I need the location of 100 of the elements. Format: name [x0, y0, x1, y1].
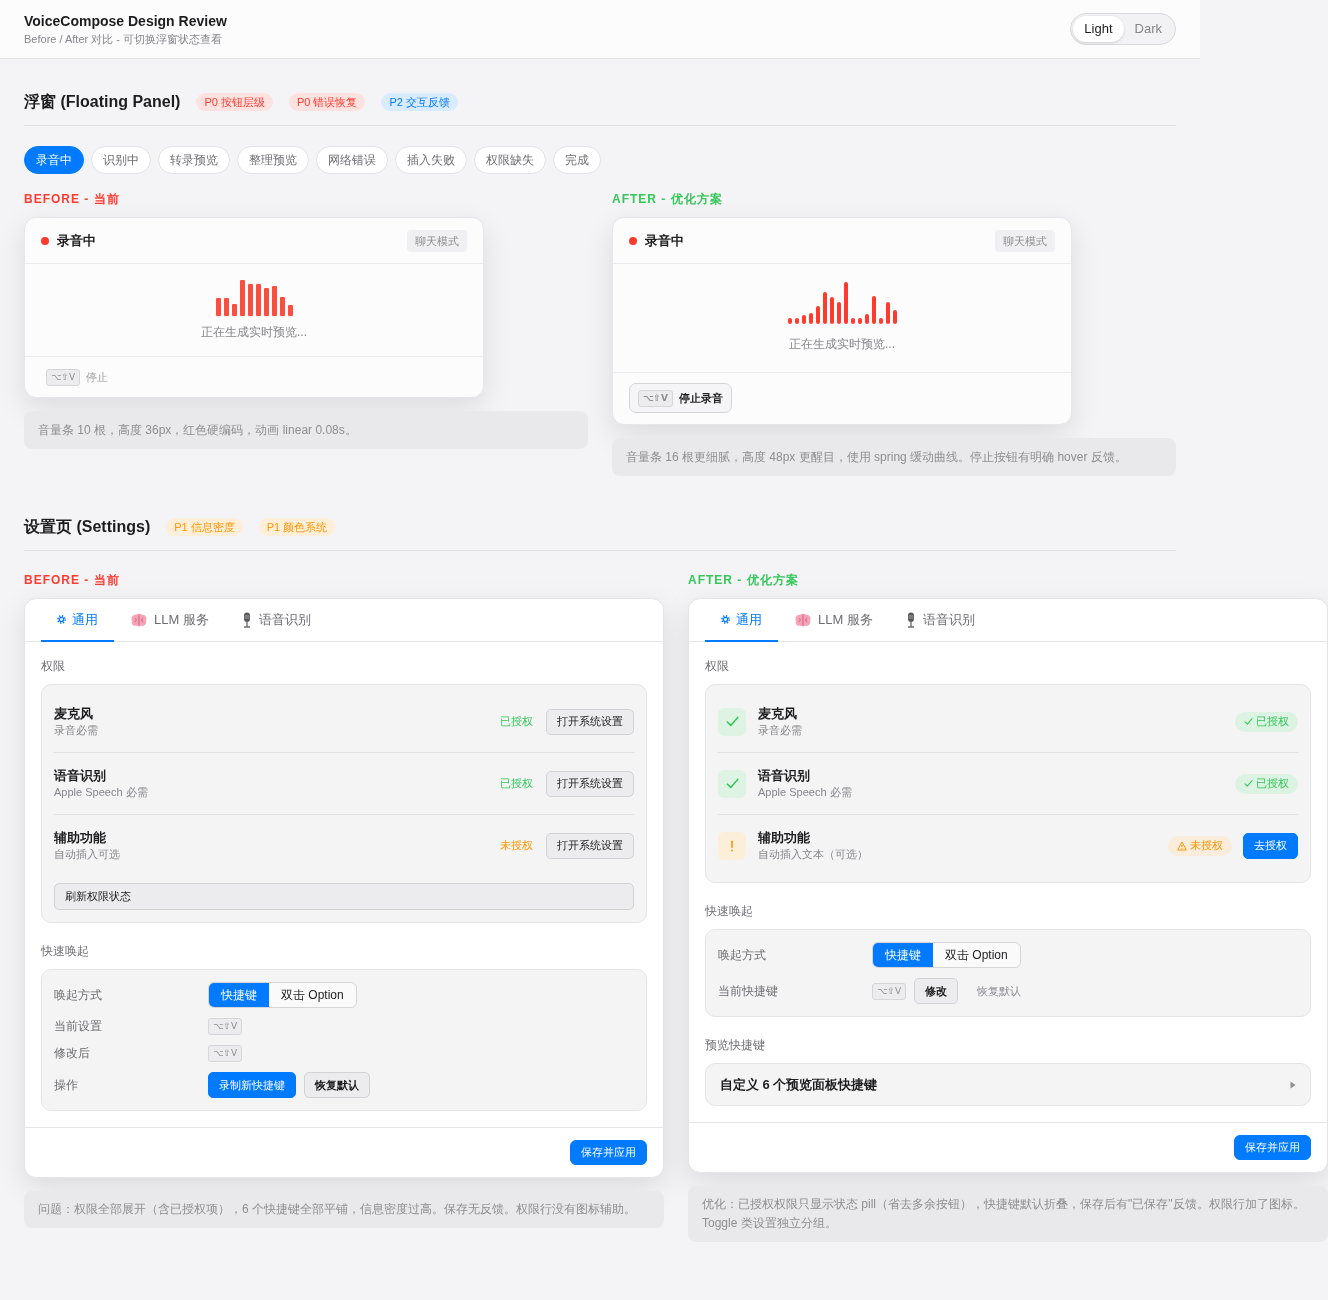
- recording-dot-icon: [41, 236, 49, 245]
- open-settings-button[interactable]: 打开系统设置: [546, 832, 634, 859]
- segment-option[interactable]: 双击 Option: [269, 983, 356, 1007]
- recording-status: 录音中: [57, 232, 96, 249]
- action-button[interactable]: 修改: [914, 978, 959, 1004]
- save-button[interactable]: 保存并应用: [570, 1140, 647, 1165]
- priority-tag: P0 按钮层级: [196, 93, 273, 111]
- state-pill[interactable]: 转录预览: [158, 146, 230, 174]
- setting-label: 当前快捷键: [718, 982, 779, 1000]
- stop-hint: 停止: [86, 369, 109, 385]
- theme-option[interactable]: Dark: [1123, 16, 1173, 42]
- action-button[interactable]: 恢复默认: [304, 1072, 370, 1098]
- settings-tab[interactable]: 通用: [41, 599, 114, 642]
- comparison-heading: BEFORE - 当前: [24, 573, 121, 587]
- setting-label: 修改后: [54, 1045, 91, 1062]
- setting-label: 唤起方式: [54, 986, 103, 1004]
- settings-tab[interactable]: LLM 服务: [778, 599, 889, 642]
- permission-name: 语音识别: [758, 767, 811, 784]
- group-label: 权限: [705, 658, 730, 674]
- warning-icon: [1177, 840, 1187, 851]
- permission-name: 辅助功能: [54, 829, 107, 846]
- recording-status: 录音中: [645, 232, 684, 249]
- status-text: 已授权: [1256, 776, 1289, 791]
- status-text: 已授权: [1256, 714, 1289, 729]
- brain-icon: [130, 612, 148, 627]
- open-settings-button[interactable]: 打开系统设置: [546, 708, 634, 735]
- permission-status: 已授权: [500, 776, 533, 791]
- design-note: 音量条 10 根，高度 36px，红色硬编码，动画 linear 0.08s。: [24, 411, 588, 449]
- state-pill[interactable]: 权限缺失: [474, 146, 546, 174]
- chat-mode-badge: 聊天模式: [995, 229, 1055, 252]
- group-label: 快速唤起: [705, 903, 754, 919]
- shortcut-key: ⌥⇧V: [208, 1018, 243, 1035]
- page-title: VoiceCompose Design Review: [24, 12, 227, 30]
- segment-option[interactable]: 快捷键: [873, 943, 933, 967]
- settings-tab[interactable]: 语音识别: [888, 599, 991, 642]
- state-pill[interactable]: 网络错误: [316, 146, 388, 174]
- gear-icon: [721, 615, 730, 624]
- brain-icon: [794, 612, 812, 627]
- settings-tab[interactable]: LLM 服务: [114, 599, 225, 642]
- settings-tab[interactable]: 语音识别: [224, 599, 327, 642]
- permission-name: 麦克风: [54, 705, 94, 722]
- chat-mode-badge: 聊天模式: [407, 229, 467, 252]
- comparison-heading: AFTER - 优化方案: [612, 192, 724, 206]
- theme-option[interactable]: Light: [1073, 16, 1124, 42]
- page-subtitle: Before / After 对比 - 可切换浮窗状态查看: [24, 31, 224, 46]
- comparison-heading: BEFORE - 当前: [24, 192, 121, 206]
- text-link[interactable]: 恢复默认: [966, 978, 1033, 1004]
- priority-tag: P0 错误恢复: [288, 93, 366, 111]
- section-title: 设置页 (Settings): [24, 517, 151, 537]
- priority-tag: P2 交互反馈: [381, 93, 458, 111]
- status-text: 未授权: [1190, 838, 1223, 853]
- preview-status-text: 正在生成实时预览...: [201, 324, 307, 340]
- design-note: 问题：权限全部展开（含已授权项），6 个快捷键全部平铺，信息密度过高。保存无反馈。权限行没有图标辅助。: [24, 1191, 664, 1228]
- refresh-permissions-button[interactable]: 刷新权限状态: [54, 883, 634, 910]
- open-settings-button[interactable]: 打开系统设置: [546, 770, 634, 797]
- group-label: 快速唤起: [41, 943, 90, 959]
- stop-recording-button[interactable]: ⌥⇧V 停止录音: [629, 383, 732, 413]
- shortcut-key: ⌥⇧V: [208, 1045, 243, 1062]
- state-pill[interactable]: 录音中: [24, 146, 84, 174]
- authorize-button[interactable]: 去授权: [1243, 832, 1298, 859]
- record-shortcut-button[interactable]: 录制新快捷键: [208, 1072, 296, 1098]
- priority-tag: P1 颜色系统: [258, 518, 336, 536]
- comparison-heading: AFTER - 优化方案: [688, 573, 800, 587]
- collapsible-row[interactable]: 自定义 6 个预览面板快捷键: [705, 1063, 1311, 1106]
- shortcut-key: ⌥⇧V: [46, 368, 81, 386]
- permission-detail: Apple Speech 必需: [54, 785, 149, 800]
- design-note: 音量条 16 根更细腻，高度 48px 更醒目，使用 spring 缓动曲线。停止按钮有明确 hover 反馈。: [612, 438, 1176, 476]
- setting-label: 唤起方式: [718, 946, 767, 964]
- segment-option[interactable]: 双击 Option: [933, 943, 1020, 967]
- permission-name: 语音识别: [54, 767, 107, 784]
- group-label: 预览快捷键: [705, 1037, 766, 1053]
- gear-icon: [57, 615, 66, 624]
- section-title: 浮窗 (Floating Panel): [24, 92, 181, 112]
- state-pill[interactable]: 整理预览: [237, 146, 309, 174]
- permission-name: 辅助功能: [758, 829, 811, 846]
- permission-detail: 自动插入可选: [54, 847, 121, 862]
- permission-detail: Apple Speech 必需: [758, 785, 853, 800]
- design-note: 优化：已授权权限只显示状态 pill（省去多余按钮），快捷键默认折叠，保存后有"已保存"反馈。权限行加了图标。Toggle 类设置独立分组。: [688, 1186, 1328, 1242]
- state-pill[interactable]: 识别中: [91, 146, 151, 174]
- setting-label: 操作: [54, 1076, 79, 1094]
- permission-detail: 自动插入文本（可选）: [758, 847, 869, 862]
- recording-dot-icon: [629, 236, 637, 245]
- setting-label: 当前设置: [54, 1018, 103, 1035]
- group-label: 权限: [41, 658, 66, 674]
- shortcut-key: ⌥⇧V: [638, 389, 673, 407]
- permission-status: 已授权: [500, 714, 533, 729]
- permission-detail: 录音必需: [758, 723, 803, 738]
- permission-status: 未授权: [500, 838, 533, 853]
- check-icon: [1244, 779, 1253, 788]
- settings-tab[interactable]: 通用: [705, 599, 778, 642]
- priority-tag: P1 信息密度: [166, 518, 243, 536]
- state-pill[interactable]: 插入失败: [395, 146, 467, 174]
- shortcut-key: ⌥⇧V: [872, 982, 907, 1000]
- permission-name: 麦克风: [758, 705, 798, 722]
- check-icon: [1244, 717, 1253, 726]
- permission-detail: 录音必需: [54, 723, 99, 738]
- preview-status-text: 正在生成实时预览...: [789, 336, 895, 352]
- segment-option[interactable]: 快捷键: [209, 983, 269, 1007]
- state-pill[interactable]: 完成: [553, 146, 601, 174]
- save-button[interactable]: 保存并应用: [1234, 1135, 1311, 1160]
